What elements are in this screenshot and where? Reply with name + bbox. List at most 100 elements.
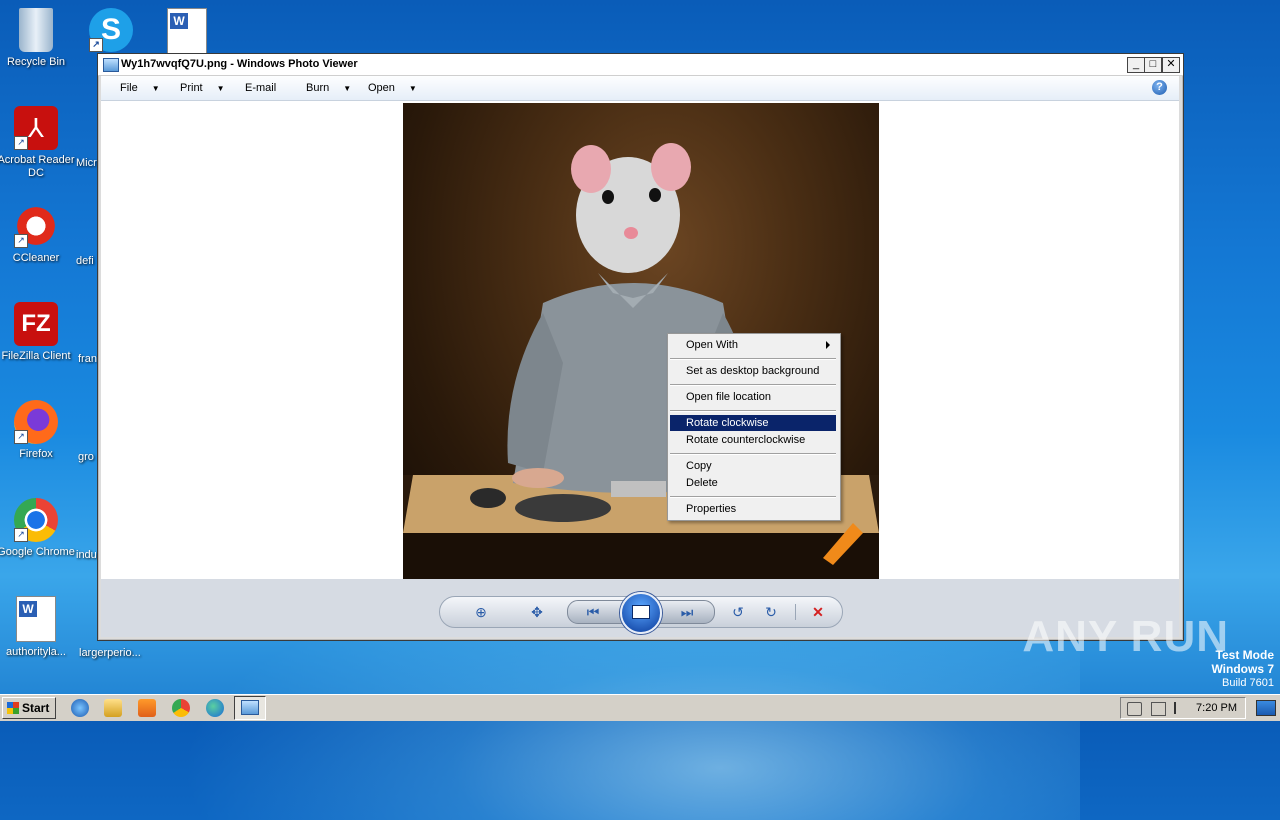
context-item-copy[interactable]: Copy	[670, 458, 836, 474]
image-viewport[interactable]	[101, 101, 1179, 579]
desktop-label-partial: Micr	[76, 157, 97, 169]
word-doc-icon: W	[16, 596, 56, 642]
context-separator	[670, 358, 836, 360]
menu-email-label: E-mail	[245, 82, 277, 94]
context-item-properties[interactable]: Properties	[670, 501, 836, 517]
rotate-counterclockwise-icon[interactable]: ↺	[727, 603, 749, 621]
context-item-label: Set as desktop background	[686, 365, 820, 377]
show-desktop-icon[interactable]	[1256, 700, 1276, 716]
test-mode-notice: Test Mode Windows 7 Build 7601	[1211, 648, 1274, 690]
zoom-icon[interactable]: ⊕	[470, 603, 492, 621]
next-icon[interactable]: ⏭	[676, 603, 698, 621]
build-label: Build 7601	[1222, 677, 1274, 689]
desktop-label-partial: gro	[78, 451, 94, 463]
system-tray: 7:20 PM	[1120, 697, 1246, 719]
previous-icon[interactable]: ⏮	[582, 603, 604, 621]
context-separator	[670, 410, 836, 412]
desktop-label-partial: indu	[76, 549, 97, 561]
menu-burn-label: Burn	[306, 82, 330, 94]
test-mode-label: Test Mode	[1215, 648, 1274, 662]
menu-print[interactable]: Print ▼	[180, 82, 225, 94]
context-item-delete[interactable]: Delete	[670, 475, 836, 491]
chevron-down-icon: ▼	[343, 84, 352, 93]
taskbar-photo-viewer[interactable]	[234, 696, 266, 720]
viewer-controls: ⊕ ✥ ⏮ ⏭ ↺ ↻ ✕	[101, 579, 1179, 637]
context-item-open-file-location[interactable]: Open file location	[670, 389, 836, 405]
windows-flag-icon	[7, 702, 19, 714]
desktop-icon-word-top[interactable]: W	[148, 8, 226, 58]
slideshow-icon	[632, 605, 650, 619]
menu-file[interactable]: File ▼	[120, 82, 160, 94]
menu-open[interactable]: Open ▼	[368, 82, 417, 94]
minimize-button[interactable]: _	[1127, 57, 1145, 73]
chevron-down-icon: ▼	[151, 84, 160, 93]
control-separator	[795, 604, 796, 620]
desktop-icon-label: Firefox	[19, 448, 53, 460]
ccleaner-icon: ↗	[14, 204, 58, 248]
start-label: Start	[22, 701, 50, 715]
desktop-icon-label: authorityla...	[6, 646, 66, 658]
clock[interactable]: 7:20 PM	[1196, 702, 1237, 714]
context-item-rotate-clockwise[interactable]: Rotate clockwise	[670, 415, 836, 431]
rotate-clockwise-icon[interactable]: ↻	[760, 603, 782, 621]
close-button[interactable]: ✕	[1162, 57, 1180, 73]
file-explorer-icon[interactable]	[104, 699, 122, 717]
desktop-icon-recycle-bin[interactable]: Recycle Bin	[0, 8, 75, 69]
anyrun-watermark: ANY RUN	[1022, 612, 1229, 661]
menu-print-label: Print	[180, 82, 203, 94]
desktop-icon-chrome[interactable]: ↗ Google Chrome	[0, 498, 75, 559]
context-item-rotate-counterclockwise[interactable]: Rotate counterclockwise	[670, 432, 836, 448]
chrome-taskbar-icon[interactable]	[172, 699, 190, 717]
context-item-label: Open file location	[686, 391, 771, 403]
desktop-label-partial: defi	[76, 255, 94, 267]
context-item-label: Open With	[686, 339, 738, 351]
menu-burn[interactable]: Burn ▼	[306, 82, 351, 94]
speaker-icon[interactable]	[1127, 702, 1142, 716]
photo-viewer-window: Wy1h7wvqfQ7U.png - Windows Photo Viewer …	[97, 53, 1184, 641]
internet-explorer-icon[interactable]	[71, 699, 89, 717]
desktop-icon-skype[interactable]: S ↗	[72, 8, 150, 56]
media-player-icon[interactable]	[138, 699, 156, 717]
context-item-label: Rotate counterclockwise	[686, 434, 806, 446]
chevron-down-icon: ▼	[216, 84, 225, 93]
desktop-icon-authorityla[interactable]: W authorityla...	[0, 596, 75, 659]
title-bar[interactable]: Wy1h7wvqfQ7U.png - Windows Photo Viewer …	[98, 54, 1183, 76]
help-icon[interactable]: ?	[1152, 80, 1167, 95]
context-item-set-desktop-background[interactable]: Set as desktop background	[670, 363, 836, 379]
photo-viewer-icon	[241, 700, 259, 715]
maximize-button[interactable]: □	[1144, 57, 1162, 73]
word-doc-icon: W	[167, 8, 207, 54]
desktop-icon-label: Google Chrome	[0, 546, 75, 558]
chevron-down-icon: ▼	[408, 84, 417, 93]
chrome-icon: ↗	[14, 498, 58, 542]
firefox-icon: ↗	[14, 400, 58, 444]
desktop-icon-label: Recycle Bin	[6, 56, 66, 68]
desktop-icon-filezilla[interactable]: FZ FileZilla Client	[0, 302, 75, 363]
context-menu: Open With Set as desktop background Open…	[667, 333, 841, 521]
control-bar: ⊕ ✥ ⏮ ⏭ ↺ ↻ ✕	[439, 592, 843, 634]
context-item-label: Rotate clockwise	[686, 417, 769, 429]
context-item-open-with[interactable]: Open With	[670, 337, 836, 353]
desktop-icon-label: Acrobat Reader DC	[0, 154, 75, 179]
network-icon[interactable]	[1151, 702, 1166, 716]
photo-viewer-app-icon	[103, 58, 119, 72]
desktop-icon-ccleaner[interactable]: ↗ CCleaner	[0, 204, 75, 265]
filezilla-icon: FZ	[14, 302, 58, 346]
desktop-icon-firefox[interactable]: ↗ Firefox	[0, 400, 75, 461]
menu-open-label: Open	[368, 82, 395, 94]
edge-icon[interactable]	[206, 699, 224, 717]
desktop-icon-acrobat[interactable]: ⅄ ↗ Acrobat Reader DC	[0, 106, 75, 180]
menu-email[interactable]: E-mail	[245, 82, 276, 94]
desktop-label-partial: fran	[78, 353, 97, 365]
slideshow-button[interactable]	[620, 592, 662, 634]
delete-icon[interactable]: ✕	[807, 603, 829, 621]
os-label: Windows 7	[1211, 662, 1274, 676]
start-button[interactable]: Start	[2, 697, 56, 719]
context-separator	[670, 496, 836, 498]
menu-file-label: File	[120, 82, 138, 94]
desktop-label-partial: largerperio...	[79, 647, 141, 659]
actual-size-icon[interactable]: ✥	[526, 603, 548, 621]
submenu-arrow-icon	[826, 341, 830, 349]
action-center-flag-icon[interactable]	[1174, 702, 1189, 714]
taskbar: Start 7:20 PM	[0, 694, 1280, 721]
